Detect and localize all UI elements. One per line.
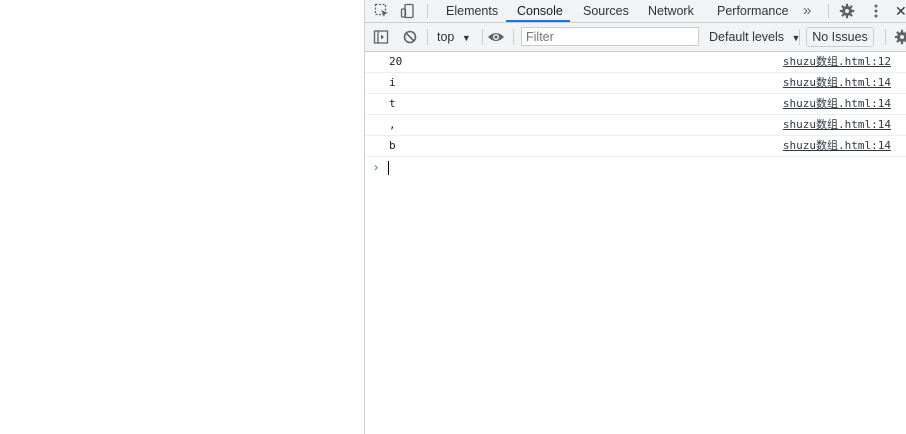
clear-console-icon[interactable] (401, 28, 419, 46)
close-icon[interactable]: ✕ (895, 0, 906, 22)
log-levels-label: Default levels (709, 30, 785, 44)
message-text: b (389, 139, 396, 152)
inspect-element-icon[interactable] (373, 2, 391, 20)
console-toolbar: top ▼ Default levels ▼ No Issues (365, 23, 906, 52)
source-link[interactable]: shuzu数组.html:14 (783, 94, 891, 114)
console-message: , shuzu数组.html:14 (365, 115, 906, 136)
devtools-tabbar: Elements Console Sources Network Perform… (365, 0, 906, 23)
issues-button[interactable]: No Issues (806, 27, 874, 47)
dropdown-arrow-icon: ▼ (461, 33, 471, 43)
tabbar-divider (828, 4, 829, 18)
toolbar-divider (513, 29, 514, 45)
source-link[interactable]: shuzu数组.html:12 (783, 52, 891, 72)
source-link[interactable]: shuzu数组.html:14 (783, 136, 891, 156)
kebab-menu-icon[interactable] (867, 2, 885, 20)
tab-performance[interactable]: Performance (717, 0, 789, 22)
log-levels-dropdown[interactable]: Default levels ▼ (709, 23, 800, 51)
console-log: 20 shuzu数组.html:12 i shuzu数组.html:14 t s… (365, 52, 906, 177)
console-prompt[interactable]: › (365, 157, 906, 177)
page-viewport (0, 0, 364, 434)
tab-sources[interactable]: Sources (583, 0, 629, 22)
tab-network[interactable]: Network (648, 0, 694, 22)
tab-console[interactable]: Console (517, 0, 563, 22)
console-settings-gear-icon[interactable] (893, 28, 906, 46)
text-cursor (388, 161, 389, 175)
console-message: b shuzu数组.html:14 (365, 136, 906, 157)
message-text: , (389, 118, 396, 131)
console-message: t shuzu数组.html:14 (365, 94, 906, 115)
context-selector[interactable]: top ▼ (437, 23, 471, 51)
toolbar-divider (482, 29, 483, 45)
prompt-chevron-icon: › (374, 160, 378, 174)
eye-icon[interactable] (487, 28, 505, 46)
toolbar-divider (427, 29, 428, 45)
console-message: i shuzu数组.html:14 (365, 73, 906, 94)
message-text: t (389, 97, 396, 110)
settings-gear-icon[interactable] (838, 2, 856, 20)
tabbar-divider (427, 4, 428, 18)
context-label: top (437, 30, 455, 44)
message-text: 20 (389, 55, 403, 68)
toolbar-divider (799, 29, 800, 45)
message-text: i (389, 76, 396, 89)
source-link[interactable]: shuzu数组.html:14 (783, 73, 891, 93)
source-link[interactable]: shuzu数组.html:14 (783, 115, 891, 135)
device-toolbar-icon[interactable] (399, 2, 417, 20)
toolbar-divider (885, 29, 886, 45)
active-tab-indicator (506, 20, 570, 22)
filter-input[interactable] (521, 27, 699, 46)
devtools-panel: Elements Console Sources Network Perform… (364, 0, 906, 434)
more-tabs-button[interactable]: » (803, 0, 811, 22)
console-message: 20 shuzu数组.html:12 (365, 52, 906, 73)
sidebar-toggle-icon[interactable] (372, 28, 390, 46)
tab-elements[interactable]: Elements (446, 0, 498, 22)
